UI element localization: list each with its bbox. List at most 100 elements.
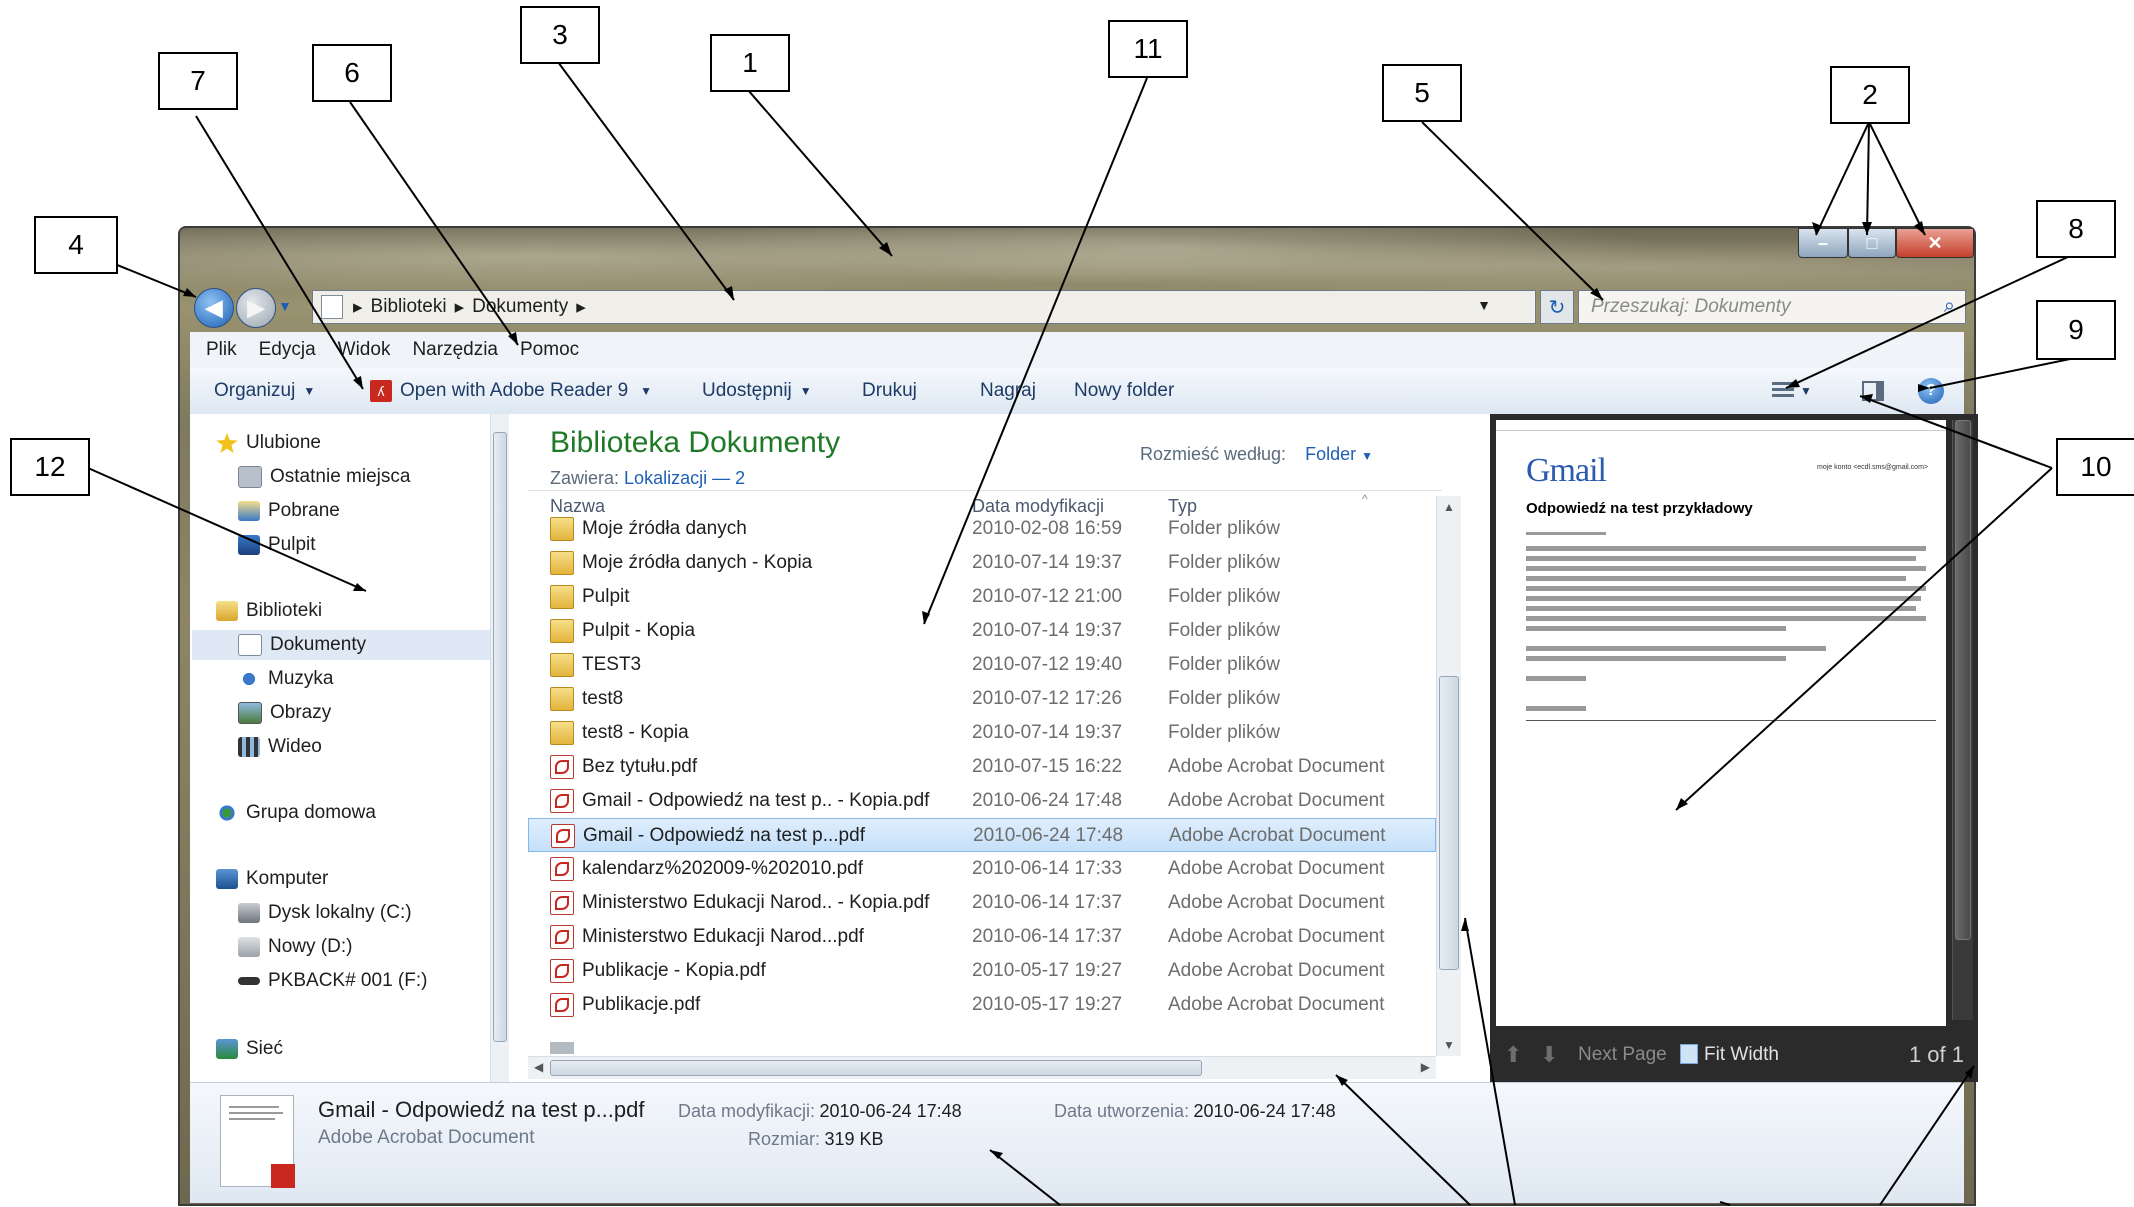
nav-favorites[interactable]: Ulubione (216, 428, 321, 458)
change-view-button[interactable]: ▼ (1772, 368, 1812, 414)
library-locations-link[interactable]: Lokalizacji — 2 (624, 468, 745, 488)
nav-computer[interactable]: Komputer (216, 864, 328, 894)
computer-icon (216, 869, 238, 889)
file-date: 2010-07-15 16:22 (972, 756, 1123, 777)
scrollbar-thumb[interactable] (1439, 676, 1459, 970)
file-row[interactable]: Ministerstwo Edukacji Narod.. - Kopia.pd… (528, 886, 1436, 920)
scroll-right-icon[interactable]: ▶ (1421, 1060, 1430, 1074)
scroll-left-icon[interactable]: ◀ (534, 1060, 543, 1074)
hscrollbar-thumb[interactable] (550, 1060, 1202, 1076)
burn-button[interactable]: Nagraj (980, 368, 1036, 414)
folder-icon (550, 687, 574, 711)
file-row[interactable]: Publikacje.pdf 2010-05-17 19:27 Adobe Acro… (528, 988, 1436, 1022)
file-row[interactable]: Moje źródła danych - Kopia 2010-07-14 19:… (528, 546, 1436, 580)
address-dropdown-icon[interactable]: ▼ (1477, 297, 1491, 313)
scroll-down-icon[interactable]: ▼ (1443, 1038, 1455, 1052)
file-name: test8 - Kopia (582, 722, 689, 743)
file-name: TEST3 (582, 654, 642, 675)
explorer-window: – □ ✕ ◀ ▶ ▼ ▸ Biblioteki ▸ Dokumenty ▸ ▼… (178, 226, 1978, 1206)
preview-pane-button[interactable] (1862, 368, 1884, 414)
menu-help[interactable]: Pomoc (520, 339, 579, 361)
breadcrumb-documents[interactable]: Dokumenty (472, 296, 568, 318)
file-row[interactable]: Gmail - Odpowiedź na test p...pdf 2010-06… (528, 818, 1436, 852)
file-row[interactable]: Pulpit 2010-07-12 21:00 Folder plików (528, 580, 1436, 614)
help-button[interactable]: ? (1918, 368, 1944, 414)
address-bar[interactable]: ▸ Biblioteki ▸ Dokumenty ▸ ▼ (312, 290, 1536, 324)
downloads-icon (238, 501, 260, 521)
breadcrumb-separator-icon: ▸ (353, 296, 363, 318)
nav-label: Sieć (246, 1038, 283, 1059)
details-size: Rozmiar: 319 KB (748, 1129, 884, 1150)
menu-view[interactable]: Widok (338, 339, 391, 361)
partial-row-icon (550, 1042, 582, 1054)
file-row[interactable]: test8 2010-07-12 17:26 Folder plików (528, 682, 1436, 716)
open-with-button[interactable]: ʎ Open with Adobe Reader 9 ▼ (370, 368, 652, 414)
share-button[interactable]: Udostępnij ▼ (702, 368, 812, 414)
scrollbar-thumb[interactable] (1955, 420, 1971, 940)
nav-music[interactable]: Muzyka (238, 664, 333, 694)
minimize-button[interactable]: – (1798, 228, 1848, 258)
recent-pages-dropdown[interactable]: ▼ (278, 298, 292, 314)
file-row[interactable]: Moje źródła danych 2010-02-08 16:59 Folder… (528, 512, 1436, 546)
arrange-by: Rozmieść według: Folder ▼ (1140, 444, 1373, 465)
file-row[interactable]: test8 - Kopia 2010-07-14 19:37 Folder plik… (528, 716, 1436, 750)
forward-button[interactable]: ▶ (236, 288, 276, 328)
preview-scrollbar[interactable] (1952, 420, 1973, 1020)
music-icon (238, 669, 260, 689)
file-row[interactable]: Ministerstwo Edukacji Narod...pdf 2010-06… (528, 920, 1436, 954)
details-filename: Gmail - Odpowiedź na test p...pdf (318, 1097, 645, 1122)
nav-network[interactable]: Sieć (216, 1034, 283, 1064)
fit-width-button[interactable]: Fit Width (1704, 1044, 1779, 1066)
nav-drive-c[interactable]: Dysk lokalny (C:) (238, 898, 412, 928)
file-row[interactable]: kalendarz%202009-%202010.pdf 2010-06-14 1… (528, 852, 1436, 886)
file-type: Folder plików (1168, 552, 1280, 573)
print-button[interactable]: Drukuj (862, 368, 917, 414)
file-row[interactable]: Gmail - Odpowiedź na test p.. - Kopia.pd… (528, 784, 1436, 818)
nav-drive-f[interactable]: PKBACK# 001 (F:) (238, 966, 427, 996)
thumbnail-line (229, 1118, 275, 1120)
refresh-button[interactable]: ↻ (1540, 290, 1574, 324)
nav-pictures[interactable]: Obrazy (238, 698, 331, 728)
file-row[interactable]: Pulpit - Kopia 2010-07-14 19:37 Folder pli… (528, 614, 1436, 648)
file-row[interactable]: TEST3 2010-07-12 19:40 Folder plików (528, 648, 1436, 682)
nav-recent-places[interactable]: Ostatnie miejsca (238, 462, 410, 492)
menu-file[interactable]: Plik (206, 339, 237, 361)
scrollbar-thumb[interactable] (493, 432, 507, 1042)
file-row[interactable]: Publikacje - Kopia.pdf 2010-05-17 19:27 Ad… (528, 954, 1436, 988)
nav-videos[interactable]: Wideo (238, 732, 322, 762)
view-icon (1772, 382, 1794, 400)
new-folder-button[interactable]: Nowy folder (1074, 368, 1174, 414)
filelist-scrollbar[interactable]: ▲ ▼ (1436, 496, 1461, 1056)
nav-drive-d[interactable]: Nowy (D:) (238, 932, 352, 962)
nav-label: Dokumenty (270, 634, 367, 655)
nav-libraries[interactable]: Biblioteki (216, 596, 322, 626)
back-button[interactable]: ◀ (194, 288, 234, 328)
details-filetype: Adobe Acrobat Document (318, 1127, 535, 1148)
previous-page-icon[interactable]: ⬆ (1504, 1042, 1522, 1068)
size-value: 319 KB (824, 1129, 884, 1149)
preview-text-line (1526, 656, 1786, 661)
file-name: Publikacje - Kopia.pdf (582, 960, 766, 981)
nav-homegroup[interactable]: Grupa domowa (216, 798, 376, 828)
close-button[interactable]: ✕ (1896, 228, 1974, 258)
next-page-icon[interactable]: ⬇ (1540, 1042, 1558, 1068)
next-page-button[interactable]: Next Page (1578, 1044, 1667, 1066)
navpane-scrollbar[interactable] (490, 414, 509, 1082)
search-icon[interactable]: ⌕ (1944, 295, 1955, 318)
scroll-up-icon[interactable]: ▲ (1443, 500, 1455, 514)
nav-downloads[interactable]: Pobrane (238, 496, 340, 526)
file-row[interactable]: Bez tytułu.pdf 2010-07-15 16:22 Adobe Acro… (528, 750, 1436, 784)
search-input[interactable]: Przeszukaj: Dokumenty ⌕ (1578, 290, 1966, 324)
callout-10: 10 (2056, 438, 2134, 496)
nav-documents[interactable]: Dokumenty (192, 630, 492, 660)
file-row-partial[interactable] (528, 1042, 1436, 1054)
menu-edit[interactable]: Edycja (259, 339, 316, 361)
breadcrumb-libraries[interactable]: Biblioteki (371, 296, 447, 318)
nav-desktop[interactable]: Pulpit (238, 530, 316, 560)
organize-button[interactable]: Organizuj ▼ (214, 368, 315, 414)
menu-tools[interactable]: Narzędzia (412, 339, 498, 361)
maximize-button[interactable]: □ (1848, 228, 1896, 258)
file-type: Adobe Acrobat Document (1168, 994, 1385, 1015)
filelist-hscrollbar[interactable]: ◀ ▶ (528, 1056, 1436, 1079)
arrange-by-dropdown[interactable]: Folder ▼ (1305, 444, 1373, 464)
